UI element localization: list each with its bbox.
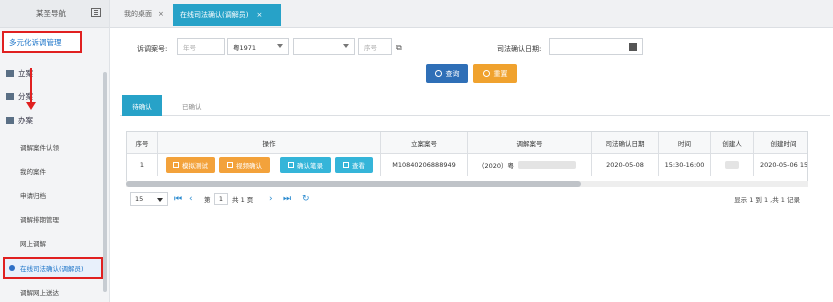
sidebar-item-label: 办案: [18, 116, 33, 125]
sidebar-item-online-delivery[interactable]: 调解网上送达: [20, 287, 59, 297]
sidebar-scrollbar[interactable]: [103, 72, 107, 292]
case-no-label: 诉调案号:: [137, 45, 168, 53]
row-actions: 模拟测试 视频确认 确认笔录 查看: [158, 154, 381, 176]
sidebar-item-my-cases[interactable]: 我的案件: [20, 166, 46, 176]
sidebar-item-online-mediation[interactable]: 网上调解: [20, 238, 46, 248]
page-info: 显示 1 到 1 ,共 1 记录: [734, 196, 800, 204]
close-icon[interactable]: ×: [256, 11, 262, 19]
tab-home[interactable]: 我的桌面 ×: [124, 9, 164, 19]
tab-confirmed[interactable]: 已确认: [182, 101, 202, 111]
menu-icon[interactable]: [91, 8, 101, 17]
court-sub-select[interactable]: [293, 38, 355, 55]
date-label: 司法确认日期:: [497, 45, 542, 53]
video-confirm-button[interactable]: 视频确认: [219, 157, 270, 173]
button-label: 视频确认: [236, 162, 262, 170]
calendar-icon[interactable]: [629, 43, 637, 51]
copy-icon[interactable]: ⧉: [396, 43, 402, 53]
folder-icon: [6, 93, 14, 100]
button-label: 查看: [352, 162, 365, 170]
tab-label: 我的桌面: [124, 10, 152, 18]
court-select[interactable]: 粤1971: [227, 38, 289, 55]
case-table: 序号 操作 立案案号 调解案号 司法确认日期 时间 创建人 创建时间 1 模拟测…: [126, 131, 808, 183]
pagination: 15 ⏮ ‹ 第 1 共 1 页 › ⏭ ↻ 显示 1 到 1 ,共 1 记录: [126, 190, 808, 208]
column-header: 创建时间: [754, 132, 807, 154]
button-label: 模拟测试: [182, 162, 208, 170]
reload-icon[interactable]: ↻: [302, 193, 310, 205]
row-date: 2020-05-08: [592, 154, 659, 176]
tab-online-confirmation[interactable]: 在线司法确认(调解员) ×: [173, 4, 281, 26]
confirm-record-button[interactable]: 确认笔录: [280, 157, 331, 173]
send-icon: [343, 162, 349, 168]
sidebar-item-assign[interactable]: 分案: [6, 91, 33, 102]
sidebar-item-handling[interactable]: 办案: [6, 115, 33, 126]
row-mediation-no: （2020）粤: [468, 154, 592, 176]
tab-bar: 我的桌面 × 在线司法确认(调解员) ×: [110, 0, 833, 28]
simulate-test-button[interactable]: 模拟测试: [166, 157, 215, 173]
column-header: 时间: [659, 132, 711, 154]
last-page-icon[interactable]: ⏭: [283, 193, 291, 205]
sidebar-item-online-judicial-confirmation[interactable]: 在线司法确认(调解员): [3, 257, 103, 279]
folder-icon: [6, 117, 14, 124]
reset-button[interactable]: 重置: [473, 64, 517, 83]
page-total: 共 1 页: [232, 196, 254, 204]
mediation-no-text: （2020）粤: [478, 162, 515, 170]
prev-page-icon[interactable]: ‹: [189, 193, 193, 205]
video-icon: [227, 162, 233, 168]
seq-input[interactable]: 序号: [358, 38, 392, 55]
column-header: 调解案号: [468, 132, 592, 154]
sidebar-item-schedule[interactable]: 调解排期管理: [20, 214, 59, 224]
table-row[interactable]: 1 模拟测试 视频确认 确认笔录 查看 M10840206888949 （202…: [127, 154, 807, 176]
close-icon[interactable]: ×: [158, 10, 164, 18]
table-header-row: 序号 操作 立案案号 调解案号 司法确认日期 时间 创建人 创建时间: [127, 132, 807, 154]
sidebar-item-label: 在线司法确认(调解员): [20, 265, 84, 273]
row-creator: [711, 154, 754, 176]
redacted-block: [518, 161, 577, 169]
year-input[interactable]: 年号: [177, 38, 225, 55]
table-horizontal-scrollbar[interactable]: [126, 181, 808, 187]
sidebar-item-claim[interactable]: 调解案件认领: [20, 142, 59, 152]
chevron-down-icon: [277, 44, 283, 48]
button-label: 确认笔录: [297, 162, 323, 170]
first-page-icon[interactable]: ⏮: [174, 193, 182, 205]
column-header: 创建人: [711, 132, 754, 154]
next-page-icon[interactable]: ›: [269, 193, 273, 205]
sidebar-item-mediation-management[interactable]: 多元化诉调管理: [2, 31, 82, 53]
sidebar-header: 某圣导航: [0, 0, 109, 28]
scrollbar-thumb[interactable]: [126, 181, 581, 187]
folder-icon: [6, 70, 14, 77]
column-header: 操作: [158, 132, 381, 154]
row-index: 1: [127, 154, 158, 176]
row-time: 15:30-16:00: [659, 154, 711, 176]
tab-pending[interactable]: 待确认: [122, 95, 162, 116]
reset-button-label: 重置: [493, 69, 508, 78]
row-filing-no: M10840206888949: [381, 154, 468, 176]
court-select-value: 粤1971: [233, 43, 257, 52]
page-size-select[interactable]: 15: [130, 192, 168, 206]
redacted-block: [725, 161, 739, 169]
column-header: 司法确认日期: [592, 132, 659, 154]
doc-icon: [173, 162, 179, 168]
query-button-label: 查询: [445, 69, 460, 78]
arrow-down-icon: [26, 68, 36, 110]
column-header: 序号: [127, 132, 158, 154]
refresh-icon: [482, 70, 490, 77]
sidebar-item-filing[interactable]: 立案: [6, 68, 33, 79]
sidebar-title: 某圣导航: [36, 9, 66, 18]
sidebar-item-archive[interactable]: 申请归档: [20, 190, 46, 200]
view-button[interactable]: 查看: [335, 157, 373, 173]
tab-label: 在线司法确认(调解员): [180, 11, 249, 19]
sidebar: 某圣导航 多元化诉调管理 立案 分案 办案 调解案件认领 我的案件 申请归档 调…: [0, 0, 110, 302]
record-icon: [288, 162, 294, 168]
page-number-input[interactable]: 1: [214, 193, 228, 205]
page-prefix: 第: [204, 196, 211, 204]
row-created-at: 2020-05-06 15: [754, 154, 807, 176]
status-tabs: 待确认 已确认: [120, 92, 830, 116]
active-dot-icon: [9, 265, 15, 271]
chevron-down-icon: [343, 44, 349, 48]
search-icon: [434, 70, 442, 77]
column-header: 立案案号: [381, 132, 468, 154]
date-input[interactable]: [549, 38, 643, 55]
query-button[interactable]: 查询: [426, 64, 468, 83]
